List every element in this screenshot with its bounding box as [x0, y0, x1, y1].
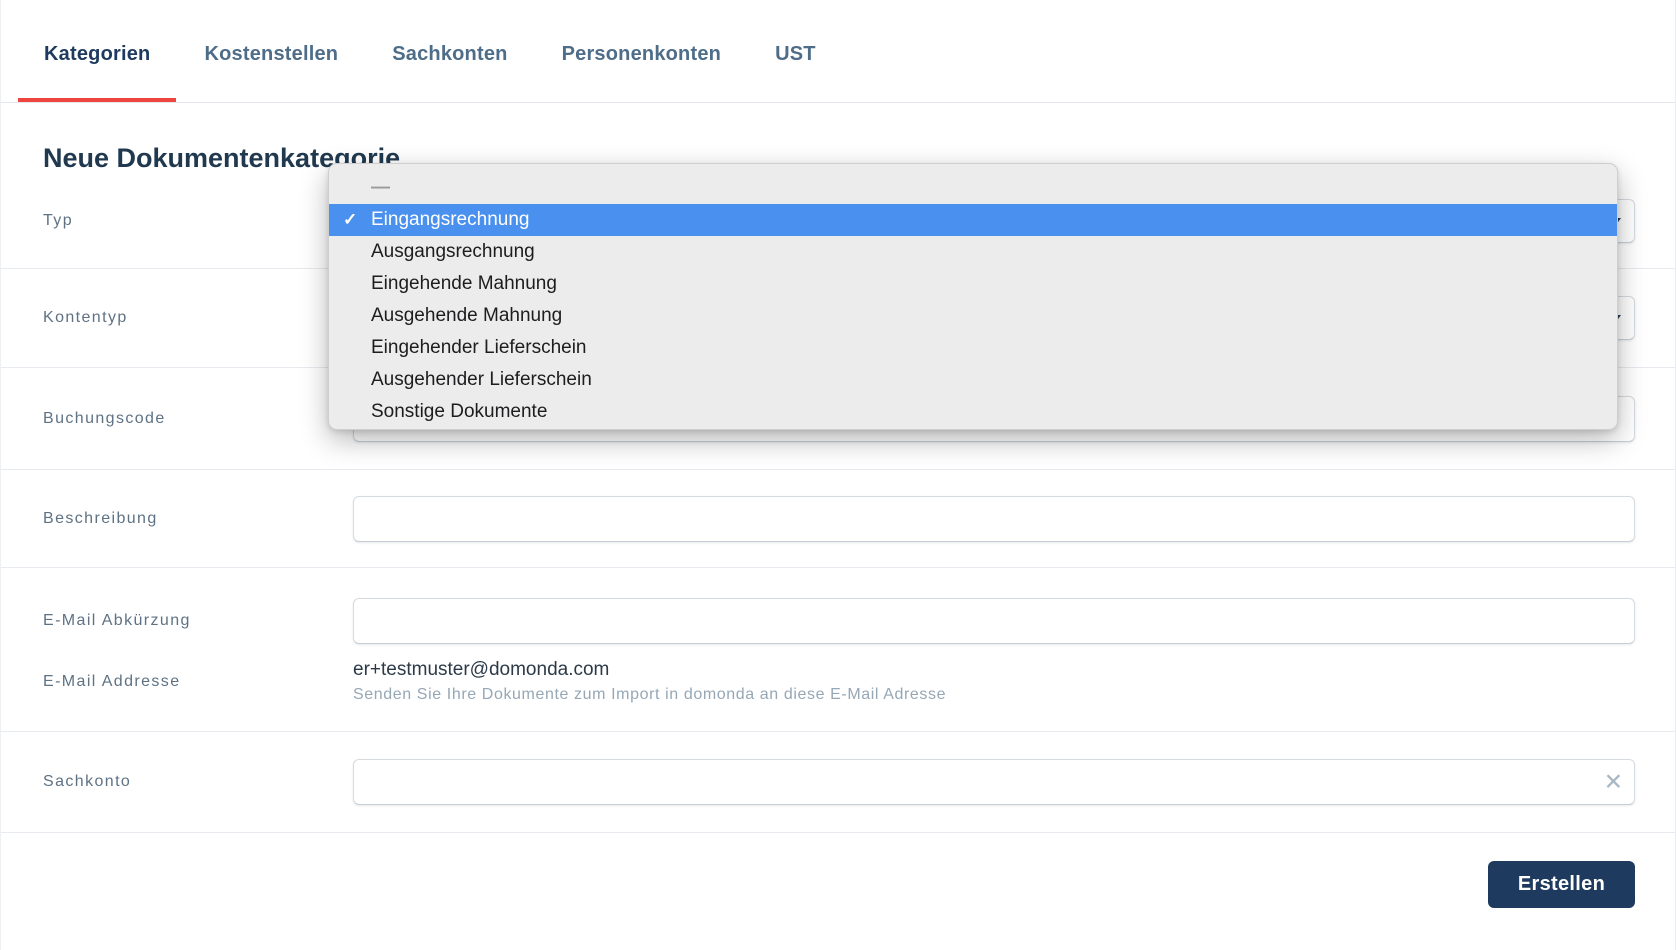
form-footer: Erstellen: [1, 833, 1675, 908]
beschreibung-input[interactable]: [353, 496, 1635, 542]
dropdown-item[interactable]: Eingehende Mahnung: [329, 268, 1617, 300]
dropdown-item[interactable]: ✓Eingangsrechnung: [329, 204, 1617, 236]
kontentyp-label: Kontentyp: [43, 309, 353, 327]
sachkonto-input[interactable]: [353, 759, 1635, 805]
clear-icon[interactable]: ✕: [1604, 771, 1623, 794]
row-beschreibung: Beschreibung: [1, 470, 1675, 568]
erstellen-button[interactable]: Erstellen: [1488, 861, 1635, 908]
tab-kostenstellen[interactable]: Kostenstellen: [178, 0, 364, 102]
dropdown-item[interactable]: Sonstige Dokumente: [329, 396, 1617, 428]
typ-dropdown-menu: —✓EingangsrechnungAusgangsrechnungEingeh…: [328, 163, 1618, 430]
row-email-abkuerzung: E-Mail Abkürzung: [1, 568, 1675, 644]
tab-ust[interactable]: UST: [749, 0, 842, 102]
tab-sachkonten[interactable]: Sachkonten: [366, 0, 533, 102]
dropdown-item[interactable]: Eingehender Lieferschein: [329, 332, 1617, 364]
tab-personenkonten[interactable]: Personenkonten: [536, 0, 748, 102]
dropdown-item[interactable]: Ausgehende Mahnung: [329, 300, 1617, 332]
email-addresse-label: E-Mail Addresse: [43, 673, 353, 691]
sachkonto-label: Sachkonto: [43, 773, 353, 791]
typ-label: Typ: [43, 212, 353, 230]
row-sachkonto: Sachkonto ✕: [1, 732, 1675, 833]
tab-bar: KategorienKostenstellenSachkontenPersone…: [1, 0, 1675, 103]
row-email-addresse: E-Mail Addresse er+testmuster@domonda.co…: [1, 658, 1675, 732]
check-icon: ✓: [343, 204, 357, 236]
dropdown-item[interactable]: Ausgehender Lieferschein: [329, 364, 1617, 396]
email-abkuerzung-label: E-Mail Abkürzung: [43, 612, 353, 630]
tab-kategorien[interactable]: Kategorien: [18, 0, 176, 102]
settings-page: KategorienKostenstellenSachkontenPersone…: [0, 0, 1676, 950]
beschreibung-label: Beschreibung: [43, 510, 353, 528]
dropdown-item[interactable]: —: [329, 172, 1617, 204]
dropdown-item[interactable]: Ausgangsrechnung: [329, 236, 1617, 268]
email-addresse-value: er+testmuster@domonda.com: [353, 658, 1635, 682]
email-addresse-helper: Senden Sie Ihre Dokumente zum Import in …: [353, 685, 1635, 705]
email-abkuerzung-input[interactable]: [353, 598, 1635, 644]
buchungscode-label: Buchungscode: [43, 410, 353, 428]
